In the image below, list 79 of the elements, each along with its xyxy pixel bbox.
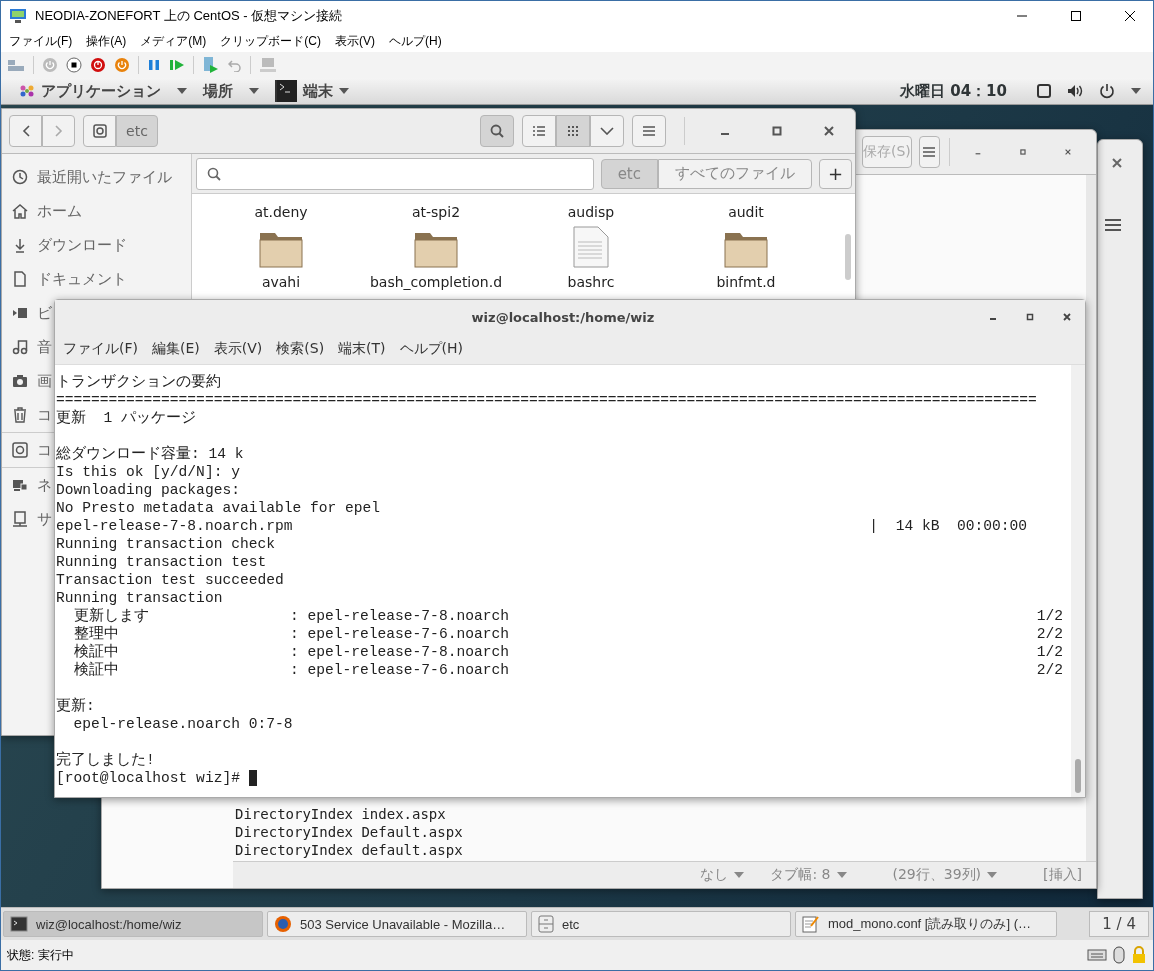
window-title: NEODIA-ZONEFORT 上の CentOS - 仮想マシン接続 [35,7,343,25]
code-line: DirectoryIndex index.aspx [235,805,447,823]
menu-item[interactable]: ファイル(F) [9,33,73,50]
clock[interactable]: 水曜日 04：10 [900,81,1007,101]
transfer-stats: | 14 kB 00:00:00 [869,517,1027,535]
window-title: wiz@localhost:/home/wiz [471,309,655,325]
sidebar-item[interactable]: ビ [37,303,52,323]
menu-item[interactable]: ヘルプ(H) [389,33,442,50]
sidebar-item[interactable]: 音 [37,337,52,357]
file-name[interactable]: at.deny [254,204,308,220]
menu-item[interactable]: 検索(S) [276,340,325,358]
taskbar-item[interactable]: wiz@localhost:/home/wiz [3,911,263,937]
menu-item[interactable]: クリップボード(C) [220,33,321,50]
cursor-position: (29行、39列) [892,866,982,884]
file-name[interactable]: bash_completion.d [369,274,503,290]
terminal-line: Running transaction check [56,535,276,553]
add-button[interactable]: + [819,158,852,189]
sidebar-item[interactable]: サ [37,509,52,529]
sidebar-item[interactable]: ネ [37,475,52,495]
file-name[interactable]: avahi [261,274,301,290]
file-name[interactable]: audit [728,204,764,220]
file-name[interactable]: audisp [567,204,615,220]
package-name: : epel-release-7-8.noarch [290,643,509,661]
terminal-line: Running transaction [56,589,224,607]
menu-item[interactable]: 端末(T) [338,340,386,358]
sidebar-item[interactable]: ダウンロード [37,235,127,255]
app-menu[interactable]: 端末 [303,81,333,101]
menu-item[interactable]: メディア(M) [140,33,207,50]
step-count: 1/2 [1036,643,1063,661]
step-label: 検証中 [73,661,120,679]
step-count: 2/2 [1036,661,1063,679]
terminal-line: 総ダウンロード容量: 14 k [56,445,245,463]
sidebar-item[interactable]: コ [37,405,52,425]
menu-item[interactable]: 表示(V) [335,33,375,50]
file-name[interactable]: at-spi2 [411,204,461,220]
terminal-line: Running transaction test [56,553,268,571]
step-label: 更新します [73,607,150,625]
terminal-line: トランザクションの要約 [56,373,222,391]
workspace-indicator[interactable]: 1 / 4 [1089,911,1149,937]
step-count: 1/2 [1036,607,1063,625]
terminal-line: 完了しました! [56,751,156,769]
terminal-line: Is this ok [y/d/N]: y [56,463,241,481]
file-name[interactable]: binfmt.d [716,274,776,290]
sidebar-item[interactable]: ホーム [37,201,82,221]
shell-prompt: [root@localhost wiz]# [56,769,240,787]
sidebar-item[interactable]: コ [37,440,52,460]
sidebar-item[interactable]: 最近開いたファイル [37,167,172,187]
status-text: 状態: 実行中 [7,946,74,964]
code-line: DirectoryIndex default.aspx [235,841,464,859]
terminal-line: epel-release-7-8.noarch.rpm [56,517,293,535]
terminal-line: Downloading packages: [56,481,241,499]
menu-item[interactable]: ファイル(F) [63,340,138,358]
menu-item[interactable]: 編集(E) [152,340,200,358]
package-name: : epel-release-7-6.noarch [290,661,509,679]
code-line: DirectoryIndex Default.aspx [235,823,464,841]
terminal-line: 更新 1 パッケージ [56,409,198,427]
terminal-line: 更新: [56,697,96,715]
step-label: 整理中 [73,625,120,643]
terminal-line: ================================================================================================================ [56,391,1038,409]
step-label: 検証中 [73,643,120,661]
taskbar-item[interactable]: 503 Service Unavailable - Mozilla… [267,911,527,937]
insert-mode: [挿入] [1043,866,1082,884]
applications-menu[interactable]: アプリケーション [41,81,161,101]
package-name: : epel-release-7-6.noarch [290,625,509,643]
menu-item[interactable]: 操作(A) [86,33,127,50]
terminal-line: No Presto metadata available for epel [56,499,382,517]
terminal-line: epel-release.noarch 0:7-8 [72,715,294,733]
sidebar-item[interactable]: 画 [37,371,52,391]
path-button[interactable]: etc [116,115,158,147]
sidebar-item[interactable]: ドキュメント [37,269,127,289]
menu-item[interactable]: 表示(V) [213,340,263,358]
places-menu[interactable]: 場所 [203,81,233,101]
package-name: : epel-release-7-8.noarch [290,607,509,625]
menu-item[interactable]: ヘルプ(H) [399,340,464,358]
taskbar-item[interactable]: mod_mono.conf [読み取りのみ] (… [795,911,1057,937]
file-name[interactable]: bashrc [567,274,615,290]
taskbar-item[interactable]: etc [531,911,791,937]
terminal-line: Transaction test succeeded [56,571,285,589]
step-count: 2/2 [1036,625,1063,643]
